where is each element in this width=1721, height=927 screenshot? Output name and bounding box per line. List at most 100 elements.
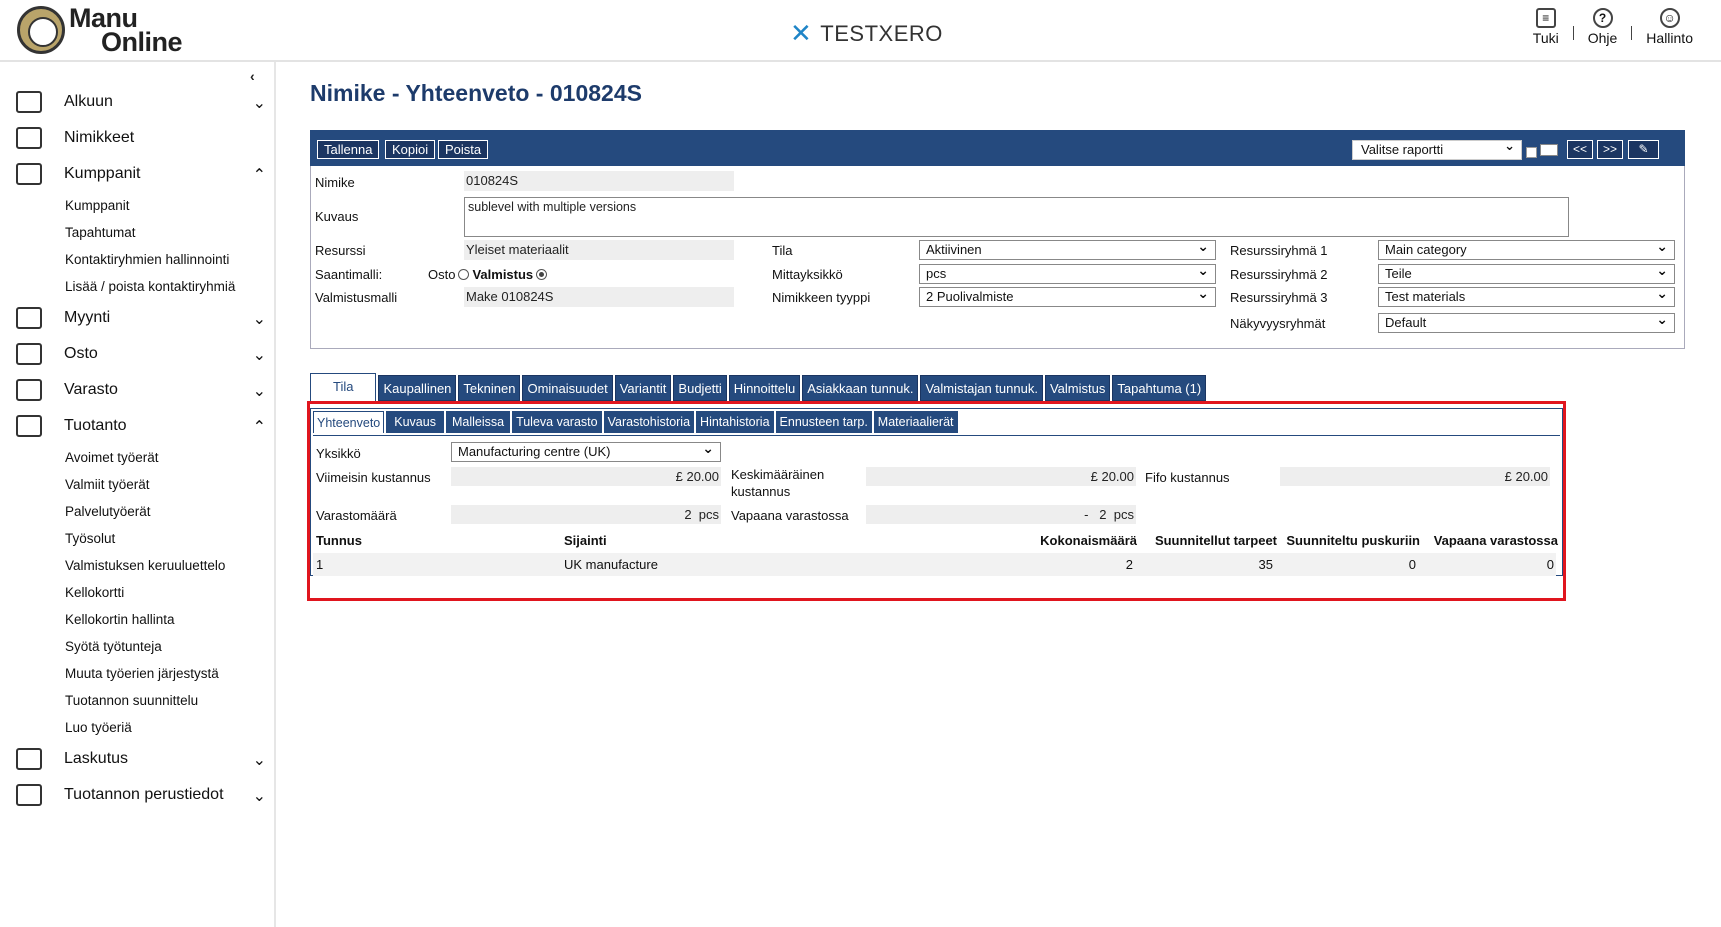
- subtab-varastohistoria[interactable]: Varastohistoria: [603, 411, 695, 433]
- report-checkbox[interactable]: [1526, 147, 1537, 158]
- tab-hinnoittelu[interactable]: Hinnoittelu: [728, 375, 801, 401]
- tab-asiakkaan-tunnuk[interactable]: Asiakkaan tunnuk.: [802, 375, 919, 401]
- table-row[interactable]: 1 UK manufacture 2 35 0 0: [313, 553, 1556, 576]
- sidebar-subitem[interactable]: Kontaktiryhmien hallinnointi: [65, 246, 266, 273]
- attachment-button[interactable]: ✎: [1628, 140, 1659, 159]
- tila-select[interactable]: Aktiivinen: [919, 237, 1216, 260]
- osto-label: Osto: [428, 267, 456, 282]
- sidebar-item-alkuun[interactable]: Alkuun ⌄: [16, 84, 266, 120]
- resurssiryhma2-select[interactable]: Teile: [1378, 261, 1675, 284]
- keskimaarainen-kustannus-label: Keskimääräinen kustannus: [731, 467, 825, 499]
- sidebar-subitem[interactable]: Kellokortti: [65, 579, 266, 606]
- sidebar-subitem[interactable]: Muuta työerien järjestystä: [65, 660, 266, 687]
- help-label: Ohje: [1587, 30, 1618, 46]
- nakyvyysryhmat-select[interactable]: Default: [1378, 310, 1675, 333]
- chevron-down-icon[interactable]: ⌄: [253, 750, 266, 770]
- page-title: Nimike - Yhteenveto - 010824S: [310, 80, 642, 106]
- mittayksikko-select[interactable]: pcs: [919, 261, 1216, 284]
- sidebar-item-tuotannon-perustiedot[interactable]: Tuotannon perustiedot ⌄: [16, 777, 266, 813]
- sidebar-item-nimikkeet[interactable]: Nimikkeet: [16, 120, 266, 156]
- tab-tila[interactable]: Tila: [310, 373, 377, 401]
- chevron-down-icon[interactable]: ⌄: [253, 309, 266, 329]
- chevron-down-icon[interactable]: ⌄: [253, 345, 266, 365]
- sidebar-subitem[interactable]: Syötä työtunteja: [65, 633, 266, 660]
- brand-name: TESTXERO: [820, 20, 943, 46]
- sidebar-subitem[interactable]: Avoimet työerät: [65, 444, 266, 471]
- sidebar-item-varasto[interactable]: Varasto ⌄: [16, 372, 266, 408]
- admin-button[interactable]: ☺ Hallinto: [1632, 8, 1707, 46]
- valmistus-radio[interactable]: [536, 269, 548, 280]
- tab-tekninen[interactable]: Tekninen: [458, 375, 521, 401]
- copy-button[interactable]: Kopioi: [385, 140, 436, 159]
- previous-button[interactable]: <<: [1567, 140, 1593, 159]
- sidebar-subitem[interactable]: Kumppanit: [65, 192, 266, 219]
- chevron-down-icon[interactable]: ⌄: [253, 93, 266, 113]
- item-form: Nimike 010824S Kuvaus sublevel with mult…: [310, 166, 1685, 349]
- delete-button[interactable]: Poista: [438, 140, 489, 159]
- tab-variantit[interactable]: Variantit: [614, 375, 672, 401]
- logo[interactable]: Manu Online: [17, 5, 183, 57]
- chevron-down-icon[interactable]: ⌄: [253, 381, 266, 401]
- sidebar-subitem[interactable]: Valmistuksen keruuluettelo: [65, 552, 266, 579]
- resurssiryhma1-select[interactable]: Main category: [1378, 237, 1675, 260]
- sub-tabs: Yhteenveto Kuvaus Malleissa Tuleva varas…: [311, 409, 1562, 433]
- viimeisin-kustannus-value: £ 20.00: [451, 467, 721, 486]
- column-header-vapaana-varastossa: Vapaana varastossa: [1433, 533, 1558, 548]
- tab-valmistajan-tunnuk[interactable]: Valmistajan tunnuk.: [920, 375, 1043, 401]
- yksikko-select[interactable]: Manufacturing centre (UK): [451, 439, 721, 462]
- sidebar-subitem[interactable]: Luo työeriä: [65, 714, 266, 741]
- sidebar-item-kumppanit[interactable]: Kumppanit ⌃: [16, 156, 266, 192]
- sidebar-item-osto[interactable]: Osto ⌄: [16, 336, 266, 372]
- subtab-yhteenveto[interactable]: Yhteenveto: [313, 411, 385, 433]
- nimikkeen-tyyppi-select[interactable]: 2 Puolivalmiste: [919, 284, 1216, 307]
- help-button[interactable]: ? Ohje: [1574, 8, 1632, 46]
- save-button[interactable]: Tallenna: [317, 140, 380, 159]
- support-button[interactable]: ≡ Tuki: [1519, 8, 1573, 46]
- nimike-label: Nimike: [315, 175, 355, 190]
- sidebar-item-tuotanto[interactable]: Tuotanto ⌃: [16, 408, 266, 444]
- chevron-down-icon[interactable]: ⌄: [253, 786, 266, 806]
- next-button[interactable]: >>: [1597, 140, 1623, 159]
- highlight-frame: Yhteenveto Kuvaus Malleissa Tuleva varas…: [307, 401, 1566, 601]
- sidebar-item-laskutus[interactable]: Laskutus ⌄: [16, 741, 266, 777]
- sidebar-subitem[interactable]: Lisää / poista kontaktiryhmiä: [65, 273, 266, 300]
- tab-ominaisuudet[interactable]: Ominaisuudet: [522, 375, 613, 401]
- keskimaarainen-kustannus-value: £ 20.00: [866, 467, 1136, 486]
- mail-icon[interactable]: [1540, 144, 1558, 156]
- subtab-ennusteen-tarp[interactable]: Ennusteen tarp.: [775, 411, 872, 433]
- fifo-kustannus-value: £ 20.00: [1280, 467, 1550, 486]
- sidebar-item-myynti[interactable]: Myynti ⌄: [16, 300, 266, 336]
- collapse-sidebar-icon[interactable]: ‹: [250, 68, 255, 84]
- tab-tapahtuma[interactable]: Tapahtuma (1): [1112, 375, 1207, 401]
- valmistusmalli-field: Make 010824S: [464, 287, 734, 307]
- resurssiryhma2-label: Resurssiryhmä 2: [1230, 267, 1328, 282]
- sidebar-subitem[interactable]: Työsolut: [65, 525, 266, 552]
- resurssiryhma3-select[interactable]: Test materials: [1378, 284, 1675, 307]
- logo-text-line2: Online: [101, 27, 183, 57]
- report-select[interactable]: Valitse raportti: [1352, 137, 1522, 160]
- subtab-kuvaus[interactable]: Kuvaus: [386, 411, 444, 433]
- chevron-up-icon[interactable]: ⌃: [253, 417, 266, 437]
- sidebar: ‹ Alkuun ⌄ Nimikkeet Kumppanit ⌃ Kumppan…: [0, 62, 276, 927]
- subtab-materiaalierat[interactable]: Materiaalierät: [873, 411, 958, 433]
- logo-mark: [17, 6, 65, 54]
- subtab-tuleva-varasto[interactable]: Tuleva varasto: [512, 411, 602, 433]
- osto-radio[interactable]: [458, 269, 470, 280]
- form-toolbar: Tallenna Kopioi Poista Valitse raportti …: [310, 130, 1685, 166]
- sidebar-subitem[interactable]: Palvelutyöerät: [65, 498, 266, 525]
- fifo-kustannus-label: Fifo kustannus: [1145, 470, 1230, 485]
- column-header-suunnitellut-tarpeet: Suunnitellut tarpeet: [1154, 533, 1277, 548]
- tab-valmistus[interactable]: Valmistus: [1044, 375, 1111, 401]
- sidebar-subitem[interactable]: Tuotannon suunnittelu: [65, 687, 266, 714]
- kuvaus-label: Kuvaus: [315, 209, 359, 224]
- sidebar-subitem[interactable]: Tapahtumat: [65, 219, 266, 246]
- kuvaus-textarea[interactable]: sublevel with multiple versions: [464, 197, 1569, 237]
- subtab-malleissa[interactable]: Malleissa: [445, 411, 511, 433]
- chevron-up-icon[interactable]: ⌃: [253, 165, 266, 185]
- subtab-hintahistoria[interactable]: Hintahistoria: [696, 411, 774, 433]
- tila-panel: Yhteenveto Kuvaus Malleissa Tuleva varas…: [310, 408, 1563, 576]
- sidebar-subitem[interactable]: Kellokortin hallinta: [65, 606, 266, 633]
- tab-budjetti[interactable]: Budjetti: [673, 375, 727, 401]
- sidebar-subitem[interactable]: Valmiit työerät: [65, 471, 266, 498]
- tab-kaupallinen[interactable]: Kaupallinen: [378, 375, 457, 401]
